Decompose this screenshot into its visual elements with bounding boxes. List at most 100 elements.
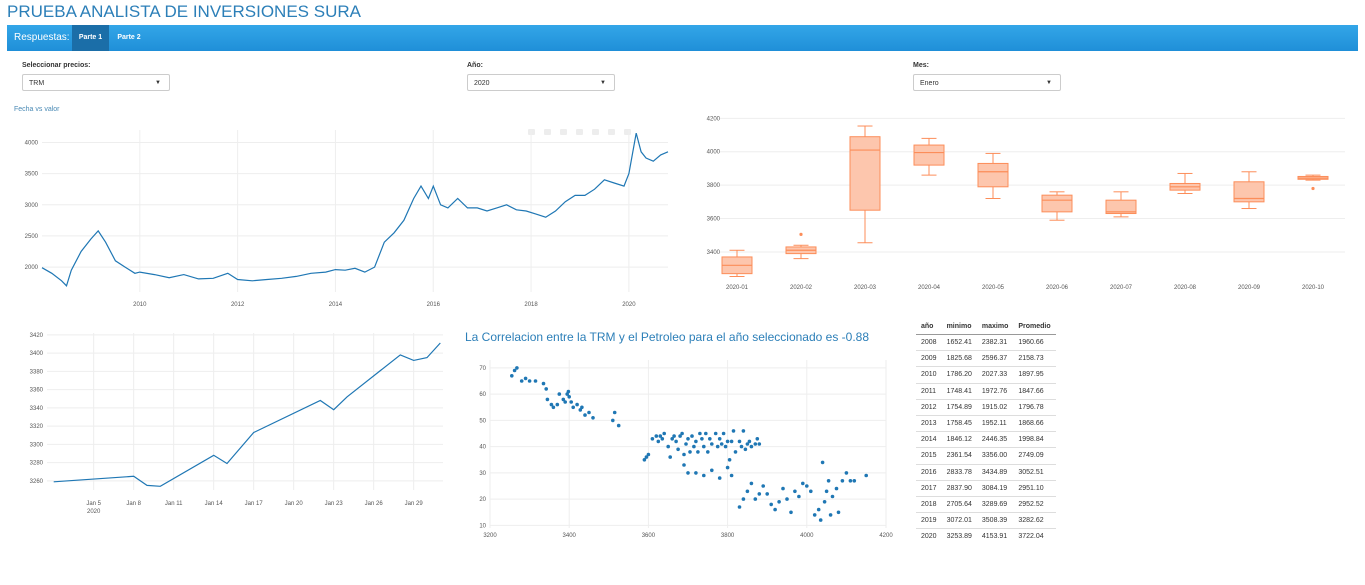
- table-row: 2009 1825.68 2596.37 2158.73: [916, 350, 1056, 367]
- y-tick-label: 3500: [25, 172, 39, 178]
- box-body: [977, 162, 1009, 188]
- x-tick-label: 3600: [642, 533, 656, 539]
- scatter-point: [864, 473, 868, 478]
- table-cell: 2016: [916, 463, 942, 481]
- table-cell: 1972.76: [976, 382, 1014, 400]
- scatter-point: [555, 402, 560, 407]
- table-cell: 2013: [916, 414, 942, 432]
- scatter-point: [816, 507, 821, 512]
- scatter-point: [747, 439, 752, 444]
- scatter-point: [611, 418, 615, 423]
- scatter-point: [694, 439, 698, 444]
- scatter-point: [686, 437, 690, 441]
- table-cell: 2446.35: [976, 431, 1014, 448]
- y-tick-label: 50: [479, 418, 486, 424]
- table-cell: 2010: [916, 366, 942, 384]
- x-tick-label: 2020-07: [1110, 285, 1133, 291]
- table-cell: 2382.31: [976, 333, 1014, 351]
- scatter-point: [656, 439, 661, 444]
- trm-history-chart[interactable]: 200025003000350040002010 2012 2014 2016 2018…: [0, 0, 1365, 585]
- x-tick-label: Jan 26: [365, 501, 384, 507]
- table-cell: 1796.78: [1013, 398, 1056, 416]
- table-cell: 1748.41: [941, 382, 977, 400]
- x-tick-label: 2020-06: [1046, 285, 1069, 291]
- table-cell: 1786.20: [941, 366, 977, 384]
- table-row: 2015 2361.54 3356.00 2749.09: [916, 447, 1056, 464]
- x-tick-label: Jan 14: [205, 501, 224, 507]
- scatter-point: [836, 510, 841, 515]
- scatter-point: [702, 473, 706, 478]
- scatter-point: [777, 500, 781, 504]
- scatter-point: [761, 484, 765, 488]
- table-header: Promedio: [1013, 319, 1056, 335]
- table-row: 2019 3072.01 3508.39 3282.62: [916, 512, 1056, 529]
- scatter-point: [737, 505, 742, 509]
- trm-series-line: [41, 132, 669, 287]
- table-cell: 3072.01: [941, 512, 977, 529]
- scatter-point: [757, 442, 762, 446]
- scatter-point: [834, 486, 839, 491]
- scatter-point: [773, 507, 777, 512]
- scatter-point: [545, 397, 550, 402]
- scatter-point: [822, 500, 827, 504]
- x-tick-label: Jan 17: [245, 501, 264, 507]
- scatter-point: [686, 471, 690, 475]
- scatter-point: [765, 492, 769, 496]
- table-cell: 2017: [916, 479, 942, 497]
- table-cell: 1960.66: [1013, 333, 1056, 351]
- box-outlier: [1311, 186, 1315, 191]
- table-cell: 2158.73: [1013, 350, 1056, 367]
- table-cell: 3508.39: [976, 512, 1014, 529]
- y-tick-label: 3380: [30, 369, 44, 375]
- scatter-point: [818, 518, 823, 522]
- y-tick-label: 3340: [30, 406, 44, 412]
- scatter-point: [828, 513, 833, 517]
- scatter-point: [510, 374, 514, 378]
- table-cell: 2012: [916, 398, 942, 416]
- scatter-point: [668, 455, 672, 459]
- y-tick-label: 20: [479, 497, 486, 503]
- y-tick-label: 3400: [30, 351, 44, 357]
- table-header: minimo: [941, 319, 977, 335]
- table-row: 2010 1786.20 2027.33 1897.95: [916, 366, 1056, 384]
- table-cell: 2018: [916, 495, 942, 513]
- x-tick-label: 4000: [800, 533, 814, 539]
- table-cell: 1652.41: [941, 333, 977, 351]
- scatter-point: [749, 444, 754, 449]
- scatter-point: [769, 502, 773, 507]
- y-tick-label: 3800: [707, 183, 721, 189]
- table-row: 2011 1748.41 1972.76 1847.66: [916, 382, 1056, 400]
- scatter-point: [713, 431, 718, 436]
- scatter-point: [646, 452, 651, 457]
- table-cell: 2008: [916, 333, 942, 351]
- scatter-point: [612, 410, 617, 415]
- y-tick-label: 30: [479, 471, 486, 477]
- correlation-title: La Correlacion entre la TRM y el Petrole…: [465, 330, 870, 344]
- table-row: 2016 2833.78 3434.89 3052.51: [916, 463, 1056, 481]
- y-tick-label: 3260: [30, 479, 44, 485]
- scatter-point: [826, 479, 831, 483]
- table-cell: 3282.62: [1013, 512, 1056, 529]
- table-row: 2017 2837.90 3084.19 2951.10: [916, 479, 1056, 497]
- scatter-point: [753, 497, 758, 501]
- table-cell: 1846.12: [941, 431, 977, 448]
- scatter-point: [753, 442, 758, 446]
- table-cell: 3434.89: [976, 463, 1014, 481]
- table-cell: 2020: [916, 528, 942, 545]
- table-cell: 3289.69: [976, 495, 1014, 513]
- scatter-point: [852, 479, 857, 483]
- scatter-point: [541, 381, 546, 386]
- scatter-point: [515, 366, 519, 370]
- scatter-point: [729, 439, 734, 444]
- x-tick-label: Jan 11: [165, 501, 183, 507]
- scatter-point: [650, 437, 655, 441]
- x-tick-label: 2020-08: [1174, 285, 1197, 291]
- scatter-point: [844, 471, 849, 475]
- y-tick-label: 3420: [30, 333, 44, 339]
- x-tick-label: 3400: [563, 533, 577, 539]
- scatter-point: [725, 439, 730, 444]
- scatter-point: [591, 416, 595, 420]
- scatter-point: [587, 410, 591, 415]
- x-tick-label: 3800: [721, 533, 735, 539]
- scatter-point: [743, 447, 748, 452]
